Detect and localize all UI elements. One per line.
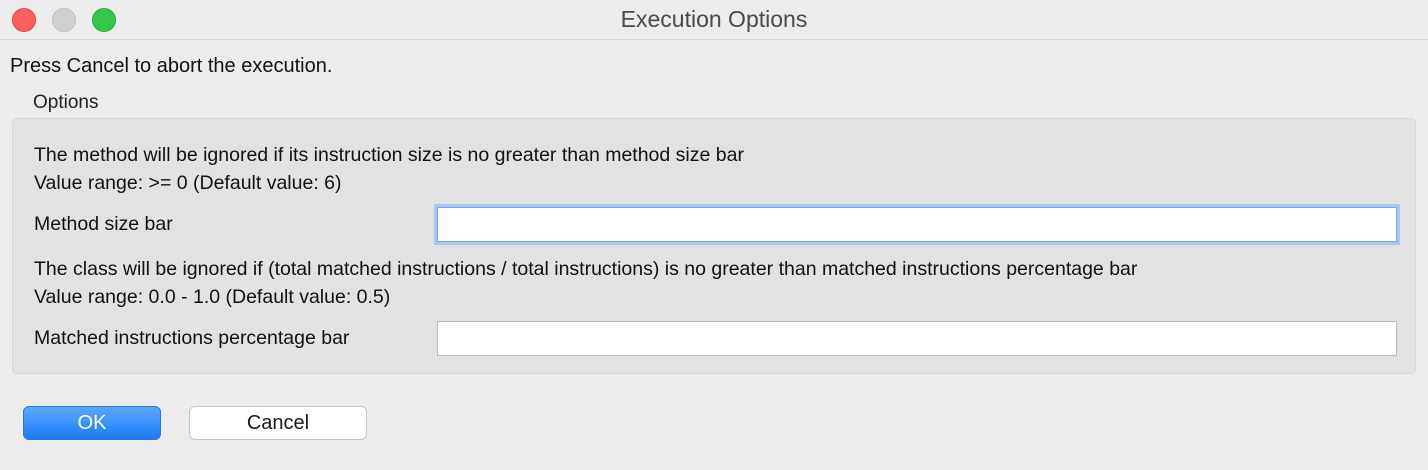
options-group-label: Options [33,92,99,113]
matched-percentage-bar-label: Matched instructions percentage bar [34,327,350,349]
method-size-bar-label: Method size bar [34,213,173,235]
cancel-hint-text: Press Cancel to abort the execution. [10,55,333,77]
window-title: Execution Options [620,6,808,32]
ok-button[interactable]: OK [23,406,161,440]
class-description: The class will be ignored if (total matc… [34,258,1138,280]
method-value-range: Value range: >= 0 (Default value: 6) [34,172,342,194]
class-value-range: Value range: 0.0 - 1.0 (Default value: 0… [34,286,391,308]
title-bar: Execution Options [0,0,1428,40]
matched-percentage-bar-input[interactable] [437,321,1397,356]
method-size-bar-input[interactable] [437,207,1397,242]
method-description: The method will be ignored if its instru… [34,144,744,166]
cancel-button[interactable]: Cancel [189,406,367,440]
execution-options-dialog: Execution Options Press Cancel to abort … [0,0,1428,470]
